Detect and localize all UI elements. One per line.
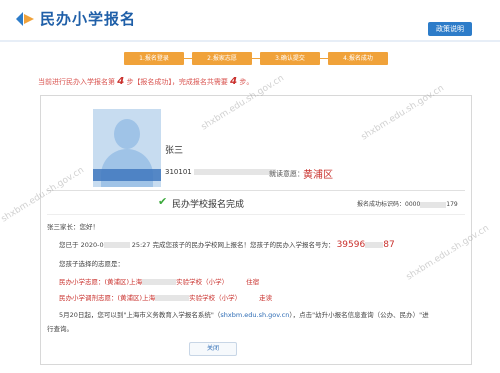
step-3: 3.确认提交 [260, 52, 320, 65]
app-title: 民办小学报名 [40, 10, 137, 28]
policy-button[interactable]: 政策说明 [428, 22, 472, 36]
result-card: 张三 310101 就读意愿： 黄浦区 ✔ 民办学校报名完成 报名成功标识码：0… [40, 95, 472, 365]
step-progress: 1.报名登录 2.报家志愿 3.确认提交 4.报名成功 [0, 52, 500, 66]
child-name: 张三 [165, 146, 184, 156]
date-mask [103, 242, 130, 248]
progress-suffix: 步。 [239, 78, 254, 86]
choice-school: 实验学校（小学） [189, 294, 242, 302]
completion-title: 民办学校报名完成 [172, 200, 245, 210]
registration-number-suffix: 87 [383, 240, 395, 250]
system-link[interactable]: shxbm.edu.sh.gov.cn [220, 311, 289, 319]
greeting: 张三家长：您好！ [47, 223, 99, 231]
notice-end: 行查询。 [47, 325, 73, 333]
header-bar: 民办小学报名 政策说明 [0, 0, 500, 40]
progress-middle: 步【报名成功】，完成报名共需要 [126, 78, 228, 86]
success-code-label: 报名成功标识码： [357, 201, 406, 208]
submission-time: 25:27 [131, 241, 151, 249]
choices-title: 您孩子选择的志愿是： [59, 260, 124, 268]
choice-label: 民办小学志愿：(黄浦区)上海 [59, 278, 143, 286]
check-icon: ✔ [158, 195, 168, 208]
id-mask [193, 169, 276, 175]
code-mask [420, 201, 447, 208]
progress-current-step: 4 [117, 76, 125, 87]
step-1: 1.报名登录 [124, 52, 184, 65]
avatar [93, 109, 161, 187]
submission-date: 2020-0 [80, 241, 104, 249]
submission-text: 完成您孩子的民办学校网上报名！您孩子的民办入学报名号为： [152, 241, 335, 249]
progress-prefix: 当前进行民办入学报名第 [38, 78, 115, 86]
reg-mask [365, 242, 384, 248]
avatar-body-icon [101, 149, 153, 187]
avatar-upload-button[interactable] [93, 169, 161, 181]
close-button[interactable]: 关闭 [189, 342, 237, 356]
header-divider [0, 40, 500, 42]
choice-status: 住宿 [246, 278, 260, 286]
step-4: 4.报名成功 [328, 52, 388, 65]
choice-row: 民办小学调剂志愿：(黄浦区)上海 实验学校（小学） 走读 [59, 292, 272, 302]
district-label: 就读意愿： [269, 170, 304, 178]
avatar-head-icon [114, 119, 140, 149]
success-code-prefix: 0000 [405, 201, 421, 208]
choice-label: 民办小学调剂志愿：(黄浦区)上海 [59, 294, 156, 302]
school-mask [155, 295, 190, 301]
id-number: 310101 [165, 168, 276, 176]
step-2: 2.报家志愿 [192, 52, 252, 65]
notice-line: 5月20日起，您可以到"上海市义务教育入学报名系统"（shxbm.edu.sh.… [59, 309, 429, 319]
divider [47, 214, 465, 215]
submission-prefix: 您已于 [59, 241, 79, 249]
success-code-suffix: 179 [446, 201, 458, 208]
choice-school: 实验学校（小学） [176, 278, 229, 286]
school-mask [142, 279, 177, 285]
district-value: 黄浦区 [303, 170, 333, 181]
choice-row: 民办小学志愿：(黄浦区)上海 实验学校（小学） 住宿 [59, 276, 259, 286]
divider [47, 190, 465, 191]
logo-icon [16, 12, 34, 26]
id-number-prefix: 310101 [165, 168, 192, 176]
notice-text: ），点击"幼升小报名信息查询（公办、民办）"进 [289, 311, 429, 319]
notice-text: 5月20日起，您可以到"上海市义务教育入学报名系统"（ [59, 311, 221, 319]
progress-total-steps: 4 [230, 76, 238, 87]
registration-number-prefix: 39596 [336, 240, 366, 250]
choice-status: 走读 [259, 294, 273, 302]
progress-note: 当前进行民办入学报名第 4 步【报名成功】，完成报名共需要 4 步。 [38, 76, 253, 87]
success-code: 报名成功标识码：0000 179 [357, 199, 458, 208]
submission-line: 您已于 2020-0 25:27 完成您孩子的民办学校网上报名！您孩子的民办入学… [59, 239, 395, 250]
